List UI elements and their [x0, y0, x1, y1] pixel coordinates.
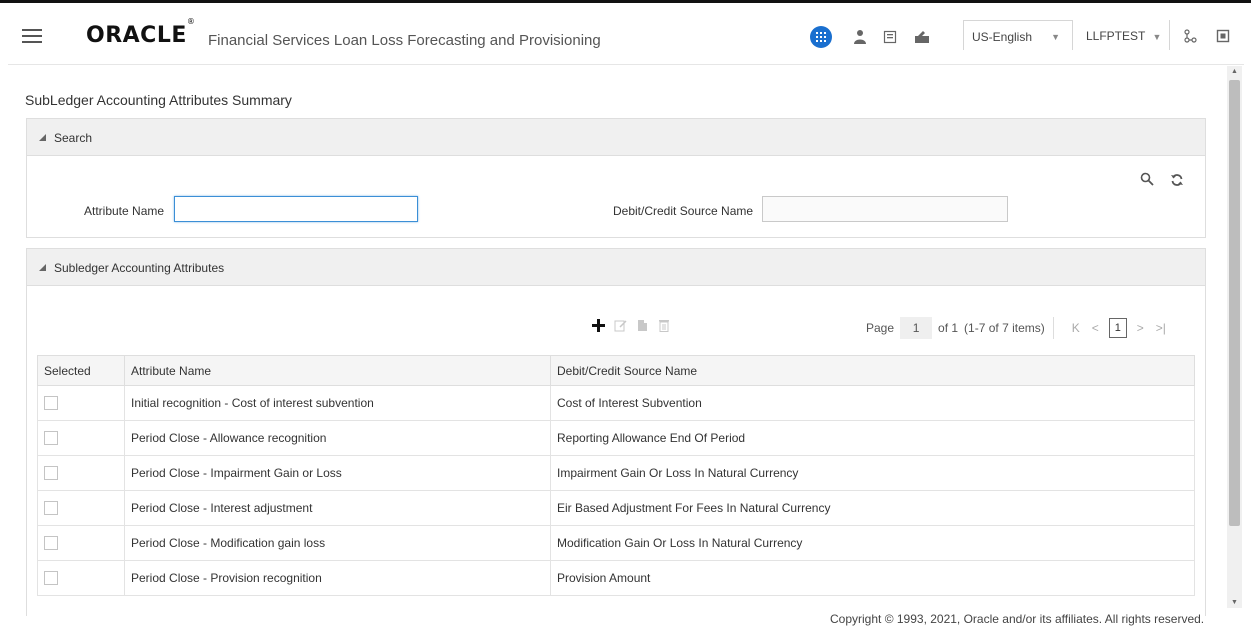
- column-header-attribute-name[interactable]: Attribute Name: [124, 355, 551, 386]
- table-row[interactable]: Period Close - Provision recognition Pro…: [37, 560, 1195, 596]
- table-row[interactable]: Initial recognition - Cost of interest s…: [37, 385, 1195, 421]
- row-checkbox[interactable]: [44, 536, 58, 551]
- language-select[interactable]: US-English ▼: [963, 20, 1073, 50]
- debit-credit-source-cell: Eir Based Adjustment For Fees In Natural…: [550, 490, 1195, 526]
- page-count-label: of 1: [938, 321, 959, 335]
- attribute-name-cell: Period Close - Provision recognition: [124, 560, 551, 596]
- attributes-panel: Page 1 of 1 (1-7 of 7 items) K < 1 > >| …: [26, 286, 1206, 616]
- page-number-input[interactable]: 1: [900, 317, 933, 339]
- row-select-cell: [37, 560, 125, 596]
- row-select-cell: [37, 420, 125, 456]
- column-header-debit-credit-source[interactable]: Debit/Credit Source Name: [550, 355, 1195, 386]
- table-row[interactable]: Period Close - Allowance recognition Rep…: [37, 420, 1195, 456]
- attribute-name-cell: Period Close - Modification gain loss: [124, 525, 551, 561]
- delete-icon[interactable]: [654, 316, 674, 334]
- next-page-icon[interactable]: >: [1137, 321, 1144, 335]
- edit-icon[interactable]: [610, 316, 630, 334]
- attribute-name-cell: Initial recognition - Cost of interest s…: [124, 385, 551, 421]
- scrollbar-thumb[interactable]: [1229, 80, 1240, 526]
- table-row[interactable]: Period Close - Interest adjustment Eir B…: [37, 490, 1195, 526]
- search-panel: Attribute Name Debit/Credit Source Name: [26, 156, 1206, 238]
- column-header-selected[interactable]: Selected: [37, 355, 125, 386]
- language-select-value: US-English: [972, 30, 1033, 44]
- debit-credit-source-input[interactable]: [762, 196, 1008, 222]
- search-icon[interactable]: [1140, 172, 1158, 190]
- row-checkbox[interactable]: [44, 571, 58, 586]
- pagination: Page 1 of 1 (1-7 of 7 items) K < 1 > >|: [866, 317, 1172, 339]
- row-select-cell: [37, 455, 125, 491]
- vertical-scrollbar[interactable]: ▲ ▼: [1227, 66, 1242, 608]
- table-header-row: Selected Attribute Name Debit/Credit Sou…: [37, 355, 1195, 386]
- row-checkbox[interactable]: [44, 431, 58, 446]
- table-row[interactable]: Period Close - Modification gain loss Mo…: [37, 525, 1195, 561]
- row-select-cell: [37, 525, 125, 561]
- current-page-button[interactable]: 1: [1108, 318, 1127, 338]
- attribute-name-cell: Period Close - Interest adjustment: [124, 490, 551, 526]
- oracle-logo: ORACLE®: [86, 16, 196, 48]
- attributes-section-label: Subledger Accounting Attributes: [54, 261, 225, 275]
- window-frame-top: [0, 0, 1251, 3]
- add-icon[interactable]: [588, 316, 608, 334]
- debit-credit-source-cell: Provision Amount: [550, 560, 1195, 596]
- refresh-icon[interactable]: [1170, 173, 1188, 191]
- row-select-cell: [37, 490, 125, 526]
- attribute-name-cell: Period Close - Allowance recognition: [124, 420, 551, 456]
- grid-toolbar: [588, 316, 676, 334]
- page-title: SubLedger Accounting Attributes Summary: [25, 92, 292, 108]
- row-checkbox[interactable]: [44, 466, 58, 481]
- app-title: Financial Services Loan Loss Forecasting…: [208, 32, 601, 49]
- scroll-down-icon[interactable]: ▼: [1231, 599, 1238, 606]
- chevron-down-icon: ▼: [1152, 32, 1162, 42]
- item-count-label: (1-7 of 7 items): [964, 321, 1045, 335]
- debit-credit-source-cell: Reporting Allowance End Of Period: [550, 420, 1195, 456]
- logout-icon[interactable]: [1213, 26, 1233, 46]
- search-section-label: Search: [54, 131, 93, 145]
- user-name: LLFPTEST: [1086, 29, 1146, 43]
- debit-credit-source-cell: Impairment Gain Or Loss In Natural Curre…: [550, 455, 1195, 491]
- book-icon[interactable]: [880, 27, 900, 47]
- collapse-triangle-icon: [39, 264, 46, 271]
- user-menu[interactable]: LLFPTEST ▼: [1080, 20, 1170, 50]
- chevron-down-icon: ▼: [1051, 32, 1060, 42]
- last-page-icon[interactable]: >|: [1156, 321, 1166, 335]
- debit-credit-source-cell: Cost of Interest Subvention: [550, 385, 1195, 421]
- search-section-header[interactable]: Search: [26, 118, 1206, 156]
- user-icon[interactable]: [850, 27, 870, 47]
- attribute-name-label: Attribute Name: [84, 204, 165, 218]
- pager-divider: [1052, 317, 1054, 339]
- apps-grid-icon[interactable]: [810, 26, 832, 48]
- attribute-name-input[interactable]: [174, 196, 418, 222]
- first-page-icon[interactable]: K: [1072, 321, 1080, 335]
- app-header: ORACLE® Financial Services Loan Loss For…: [8, 10, 1244, 65]
- attribute-name-cell: Period Close - Impairment Gain or Loss: [124, 455, 551, 491]
- attributes-table: Selected Attribute Name Debit/Credit Sou…: [37, 355, 1195, 596]
- row-select-cell: [37, 385, 125, 421]
- copy-icon[interactable]: [632, 316, 652, 334]
- previous-page-icon[interactable]: <: [1092, 321, 1099, 335]
- page-label: Page: [866, 321, 895, 335]
- row-checkbox[interactable]: [44, 501, 58, 516]
- attributes-section-header[interactable]: Subledger Accounting Attributes: [26, 248, 1206, 286]
- sitemap-icon[interactable]: [1180, 26, 1200, 46]
- copyright-notice: Copyright © 1993, 2021, Oracle and/or it…: [830, 612, 1205, 626]
- tools-icon[interactable]: [912, 27, 932, 47]
- collapse-triangle-icon: [39, 134, 46, 141]
- scroll-up-icon[interactable]: ▲: [1231, 68, 1238, 75]
- debit-credit-source-label: Debit/Credit Source Name: [613, 204, 754, 218]
- hamburger-menu-icon[interactable]: [22, 29, 42, 43]
- row-checkbox[interactable]: [44, 396, 58, 411]
- debit-credit-source-cell: Modification Gain Or Loss In Natural Cur…: [550, 525, 1195, 561]
- table-row[interactable]: Period Close - Impairment Gain or Loss I…: [37, 455, 1195, 491]
